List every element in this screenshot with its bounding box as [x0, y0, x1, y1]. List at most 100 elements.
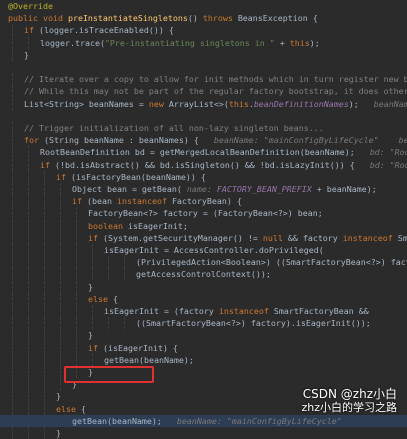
indent-guide — [76, 280, 78, 293]
code-editor[interactable]: @Override public void preInstantiateSingl… — [0, 0, 407, 439]
code-line[interactable]: public void preInstantiateSingletons() t… — [0, 12, 407, 24]
code-token: else — [88, 293, 113, 304]
code-line[interactable]: (PrivilegedAction<Boolean>) ((SmartFacto… — [0, 256, 407, 269]
code-token: FactoryBean<?> factory = (FactoryBean<?>… — [88, 208, 323, 219]
indent-guide — [12, 195, 14, 208]
code-token: } — [56, 391, 61, 402]
code-token: throws — [202, 13, 238, 24]
indent-guide — [28, 341, 30, 354]
code-text: // While this may not be part of the reg… — [24, 85, 407, 97]
indent-guide — [28, 244, 30, 256]
code-line[interactable]: } — [0, 280, 407, 293]
code-line[interactable]: isEagerInit = AccessController.doPrivile… — [0, 244, 407, 256]
code-line[interactable]: ((SmartFactoryBean<?>) factory).isEagerI… — [0, 317, 407, 330]
indent-guide — [76, 292, 78, 305]
code-line[interactable]: if (isFactoryBean(beanName)) { — [0, 170, 407, 183]
code-text: (PrivilegedAction<Boolean>) ((SmartFacto… — [136, 256, 407, 268]
indent-guide — [12, 244, 14, 256]
code-text: Object bean = getBean( name: FACTORY_BEA… — [72, 183, 377, 195]
indent-guide — [28, 219, 30, 232]
code-line[interactable]: // Iterate over a copy to allow for init… — [0, 73, 407, 86]
code-token: List<String> beanNames = — [24, 98, 149, 109]
code-text: if (isEagerInit) { — [88, 342, 178, 354]
code-line[interactable] — [0, 110, 407, 122]
indent-guide — [44, 402, 46, 415]
code-line[interactable]: for (String beanName : beanNames) { bean… — [0, 134, 407, 147]
code-line[interactable]: // While this may not be part of the reg… — [0, 85, 407, 98]
code-token: isEagerInit = AccessController.doPrivile… — [104, 245, 324, 255]
code-line[interactable]: Object bean = getBean( name: FACTORY_BEA… — [0, 183, 407, 195]
indent-guide — [12, 317, 14, 330]
code-line[interactable]: @Override — [0, 0, 407, 12]
indent-guide — [12, 231, 14, 244]
code-line[interactable]: getAccessControlContext()); — [0, 268, 407, 281]
indent-guide — [12, 280, 14, 293]
indent-guide — [28, 268, 30, 281]
indent-guide — [76, 244, 78, 256]
code-token: else — [56, 403, 81, 414]
code-token: } — [56, 428, 61, 438]
code-text: getAccessControlContext()); — [136, 268, 271, 280]
code-token: () — [187, 13, 203, 24]
indent-guide — [44, 219, 46, 232]
code-line[interactable]: FactoryBean<?> factory = (FactoryBean<?>… — [0, 207, 407, 220]
code-text: if (isFactoryBean(beanName)) { — [56, 171, 206, 183]
indent-guide — [44, 341, 46, 354]
code-line[interactable]: } — [0, 427, 407, 439]
code-token: instanceof — [116, 196, 172, 207]
code-token: ); — [348, 98, 359, 109]
indent-guide — [12, 390, 14, 403]
code-line[interactable]: getBean(beanName); — [0, 353, 407, 366]
code-line[interactable]: isEagerInit = (factory instanceof SmartF… — [0, 305, 407, 317]
highlight-red-box — [64, 366, 154, 383]
code-text: getBean(beanName); — [104, 354, 194, 366]
code-token: public void — [8, 13, 68, 24]
code-line[interactable]: } — [0, 366, 407, 378]
code-text: boolean isEagerInit; — [88, 220, 188, 232]
code-token: if — [24, 25, 39, 36]
code-token: getAccessControlContext()); — [136, 269, 271, 280]
indent-guide — [108, 268, 110, 281]
inlay-hint: beanNames: size = 8 bea — [373, 98, 407, 109]
indent-guide — [44, 378, 46, 391]
code-line[interactable]: List<String> beanNames = new ArrayList<>… — [0, 97, 407, 110]
indent-guide — [12, 402, 14, 415]
indent-guide — [28, 231, 30, 244]
code-token: } — [24, 49, 29, 60]
indent-guide — [60, 256, 62, 269]
code-text: if (!bd.isAbstract() && bd.isSingleton()… — [40, 159, 407, 171]
code-line[interactable]: } — [0, 48, 407, 61]
code-line[interactable]: else { — [0, 292, 407, 305]
indent-guide — [12, 85, 14, 98]
code-line[interactable]: getBean(beanName); beanName: "mainConfig… — [0, 414, 407, 427]
code-line[interactable] — [0, 61, 407, 73]
code-line[interactable]: // Trigger initialization of all non-laz… — [0, 122, 407, 134]
indent-guide — [12, 427, 14, 439]
code-line[interactable]: if (!bd.isAbstract() && bd.isSingleton()… — [0, 158, 407, 171]
indent-guide — [92, 317, 94, 330]
watermark: CSDN @zhz小白 zhz小白的学习之路 — [301, 388, 397, 415]
indent-guide — [28, 195, 30, 208]
code-line[interactable]: boolean isEagerInit; — [0, 219, 407, 232]
code-text: logger.trace("Pre-instantiating singleto… — [40, 37, 320, 49]
indent-guide — [28, 36, 30, 49]
code-line[interactable]: if (System.getSecurityManager() != null … — [0, 231, 407, 244]
indent-guide — [76, 268, 78, 281]
code-text: RootBeanDefinition bd = getMergedLocalBe… — [40, 146, 407, 158]
code-line[interactable]: if (logger.isTraceEnabled()) { — [0, 24, 407, 37]
code-line[interactable]: logger.trace("Pre-instantiating singleto… — [0, 36, 407, 49]
code-token: new — [148, 98, 169, 109]
code-line[interactable]: if (bean instanceof FactoryBean) { — [0, 195, 407, 208]
code-text: if (logger.isTraceEnabled()) { — [24, 24, 174, 36]
indent-guide — [60, 329, 62, 342]
code-line[interactable]: RootBeanDefinition bd = getMergedLocalBe… — [0, 146, 407, 159]
indent-guide — [28, 353, 30, 366]
code-text: for (String beanName : beanNames) { bean… — [24, 134, 407, 146]
code-line[interactable]: if (isEagerInit) { — [0, 341, 407, 354]
indent-guide — [108, 256, 110, 269]
code-line[interactable]: } — [0, 329, 407, 342]
indent-guide — [76, 317, 78, 330]
indent-guide — [12, 36, 14, 49]
code-text: } — [56, 427, 61, 439]
indent-guide — [28, 292, 30, 305]
